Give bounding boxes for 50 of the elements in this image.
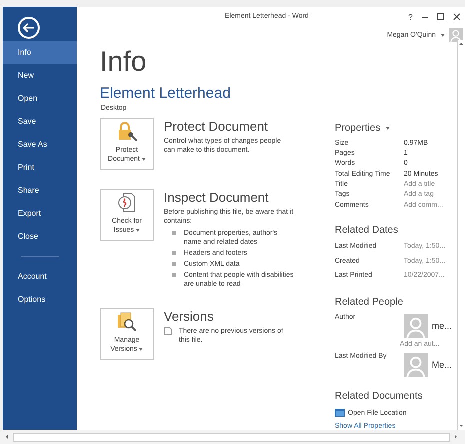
sidebar-item[interactable]: Print — [3, 156, 77, 179]
related-documents-heading: Related Documents — [335, 391, 424, 402]
bullet-icon — [172, 231, 176, 235]
bullet-icon — [172, 251, 176, 255]
scroll-up-icon[interactable] — [458, 40, 465, 48]
page-title: Info — [100, 45, 148, 79]
related-dates-heading: Related Dates — [335, 224, 400, 236]
close-icon — [453, 13, 461, 21]
caret-icon — [139, 348, 144, 351]
sidebar-item[interactable]: Share — [3, 179, 77, 202]
section-heading: Protect Document — [164, 119, 270, 134]
sidebar-item[interactable]: Export — [3, 202, 77, 225]
caret-icon — [136, 228, 140, 232]
bullet-icon — [172, 273, 176, 277]
sidebar-item[interactable]: Save As — [3, 133, 77, 156]
sidebar-item[interactable]: New — [3, 64, 77, 87]
related-people-heading: Related People — [335, 297, 404, 308]
section-heading: Versions — [164, 309, 215, 324]
avatar-icon — [404, 353, 428, 378]
back-arrow-icon — [23, 23, 35, 33]
help-button[interactable]: ? — [408, 12, 413, 22]
section-heading: Inspect Document — [164, 190, 270, 205]
versions-icon — [116, 311, 138, 333]
caret-icon — [142, 158, 146, 161]
vertical-scrollbar[interactable] — [457, 40, 465, 430]
maximize-button[interactable] — [437, 13, 445, 21]
sidebar-item[interactable]: Info — [3, 41, 77, 64]
sidebar-item[interactable]: Account — [3, 265, 77, 288]
person-name[interactable]: me... — [432, 321, 452, 332]
sidebar-item[interactable]: Close — [3, 225, 77, 248]
close-button[interactable] — [453, 13, 461, 21]
scroll-down-icon[interactable] — [458, 422, 465, 430]
document-icon — [164, 327, 173, 336]
document-name: Element Letterhead — [100, 85, 232, 102]
sidebar-item[interactable]: Options — [3, 288, 77, 311]
caret-icon — [441, 34, 445, 36]
back-button[interactable] — [18, 17, 40, 39]
maximize-icon — [437, 13, 445, 21]
avatar-icon — [404, 314, 428, 338]
sidebar-item[interactable]: Open — [3, 87, 77, 110]
lock-key-icon — [116, 121, 138, 143]
person-name[interactable]: Me... — [432, 360, 452, 370]
properties-heading[interactable]: Properties — [335, 123, 381, 134]
folder-icon — [335, 409, 345, 418]
caret-icon — [386, 127, 390, 130]
sidebar-item[interactable]: Save — [3, 110, 77, 133]
scroll-right-icon[interactable] — [453, 433, 459, 441]
document-check-icon — [117, 192, 137, 214]
scroll-left-icon[interactable] — [4, 433, 10, 441]
bullet-icon — [172, 262, 176, 266]
